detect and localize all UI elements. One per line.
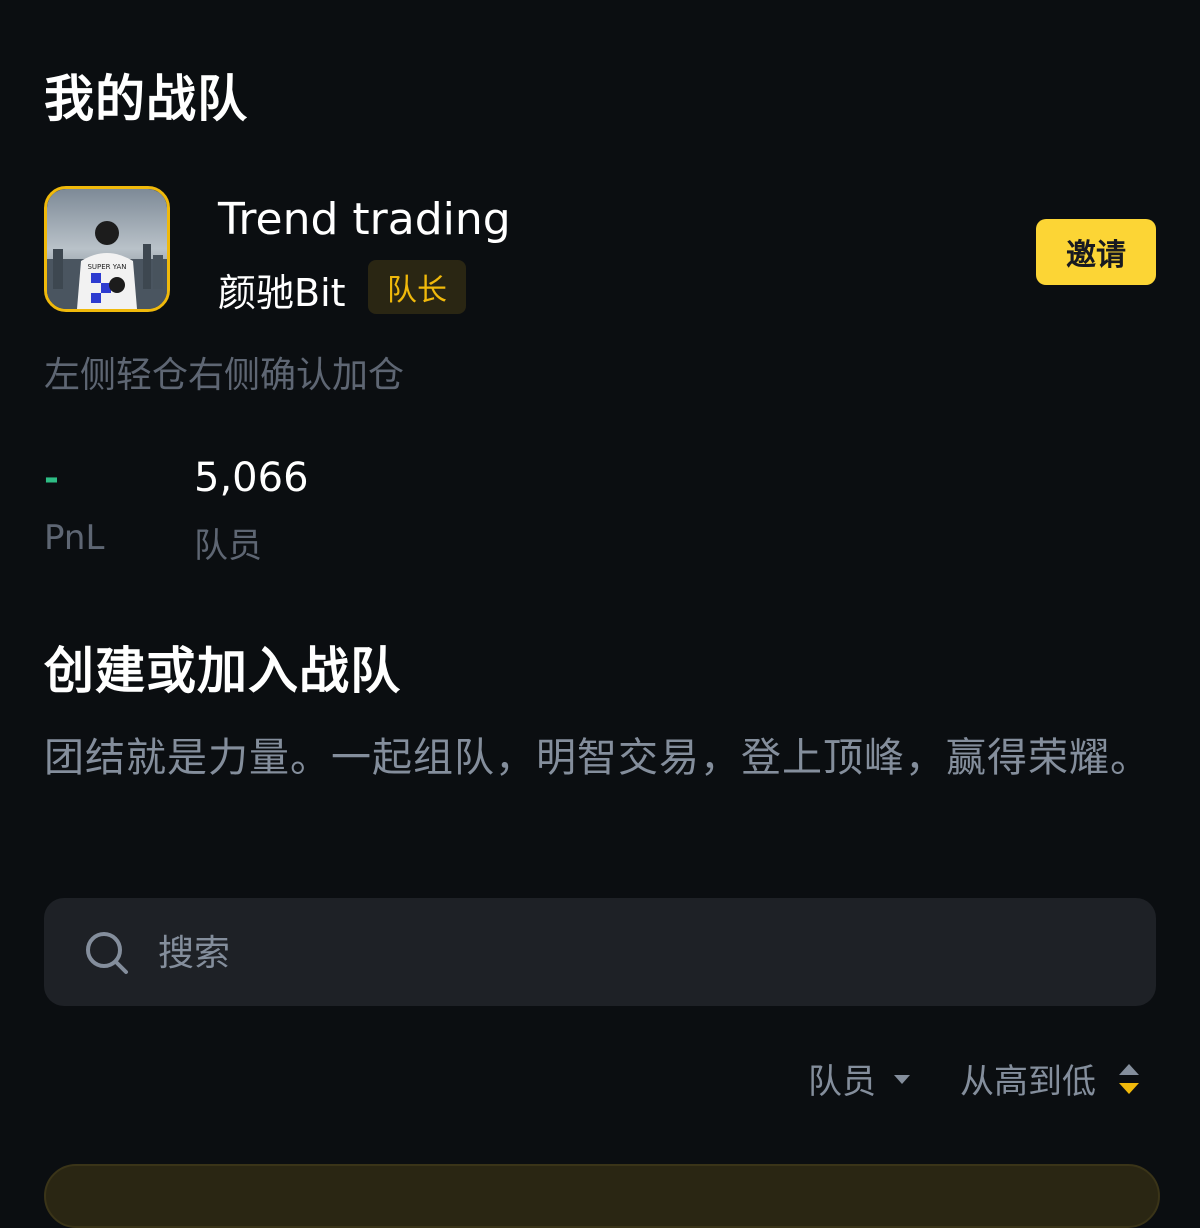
members-label: 队员	[194, 526, 262, 566]
search-input[interactable]	[156, 922, 1060, 984]
team-slogan: 团结就是力量。一起组队，明智交易，登上顶峰，赢得荣耀。	[44, 735, 1151, 781]
pnl-label: PnL	[44, 518, 105, 558]
sort-field-dropdown[interactable]: 队员	[808, 1054, 912, 1103]
invite-button[interactable]: 邀请	[1036, 219, 1156, 285]
avatar-image: SUPER YAN	[47, 189, 167, 309]
create-join-title: 创建或加入战队	[44, 642, 401, 700]
caret-down-icon	[894, 1074, 910, 1084]
avatar-shirt-text: SUPER YAN	[87, 263, 126, 271]
search-bar[interactable]	[44, 898, 1156, 1006]
team-name[interactable]: Trend trading	[218, 194, 511, 245]
team-description: 左侧轻仓右侧确认加仓	[44, 355, 405, 396]
team-avatar[interactable]: SUPER YAN	[44, 186, 170, 312]
sort-order-toggle[interactable]: 从高到低	[960, 1054, 1142, 1103]
pnl-value: -	[44, 458, 59, 499]
team-list-card[interactable]	[44, 1164, 1160, 1228]
captain-badge: 队长	[368, 260, 466, 314]
members-count: 5,066	[194, 455, 309, 501]
my-team-title: 我的战队	[44, 70, 248, 128]
search-icon	[86, 932, 128, 974]
sort-arrows-icon	[1119, 1063, 1139, 1094]
sort-field-label: 队员	[808, 1062, 876, 1102]
sort-order-label: 从高到低	[960, 1062, 1096, 1102]
captain-name: 颜驰Bit	[218, 271, 346, 315]
